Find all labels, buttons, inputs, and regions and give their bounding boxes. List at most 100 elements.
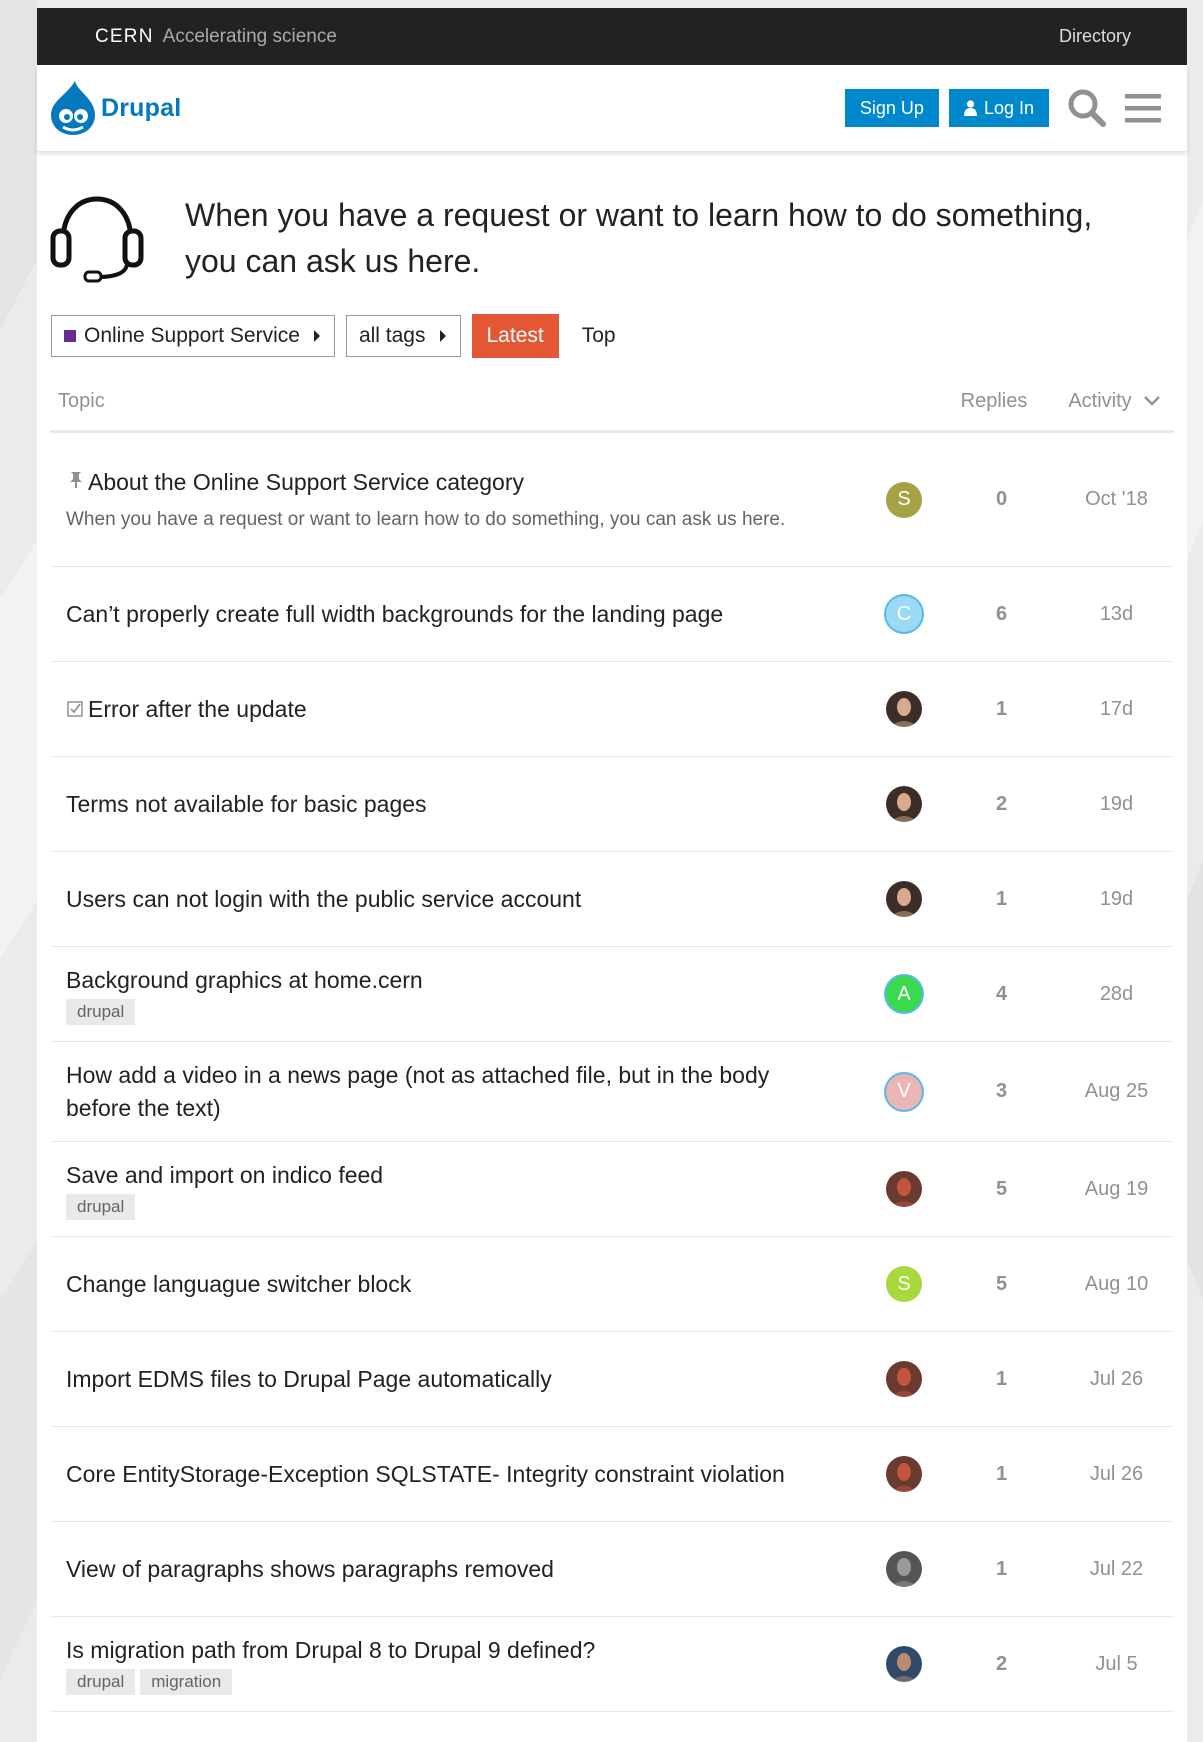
replies-count: 5 — [995, 1272, 1008, 1295]
avatar-letter: V — [897, 1080, 911, 1102]
avatar[interactable]: V — [886, 1073, 922, 1110]
topic-title-line: Terms not available for basic pages — [66, 788, 834, 821]
topic-title-link[interactable]: Terms not available for basic pages — [66, 788, 427, 821]
hamburger-menu-button[interactable] — [1125, 92, 1161, 124]
topic-title-link[interactable]: Core EntityStorage-Exception SQLSTATE- I… — [66, 1458, 785, 1491]
topic-tags: drupal — [66, 1193, 834, 1220]
topic-title-line: Save and import on indico feed — [66, 1159, 834, 1192]
poster-cell: S — [864, 481, 944, 518]
poster-cell: S — [864, 1266, 944, 1302]
topic-title-link[interactable]: Save and import on indico feed — [66, 1159, 383, 1192]
topic-title-link[interactable]: Can’t properly create full width backgro… — [66, 598, 723, 631]
activity-time[interactable]: 28d — [1059, 983, 1174, 1006]
sign-up-button[interactable]: Sign Up — [844, 89, 939, 127]
activity-time[interactable]: Jul 22 — [1059, 1558, 1174, 1581]
hamburger-icon — [1125, 94, 1161, 123]
replies-count: 6 — [995, 602, 1008, 625]
topic-row: Can’t properly create full width backgro… — [50, 567, 1174, 662]
topic-row: Import EDMS files to Drupal Page automat… — [50, 1332, 1174, 1427]
topic-cell: Background graphics at home.cern drupal — [50, 964, 864, 1025]
search-button[interactable] — [1067, 88, 1107, 128]
activity-time[interactable]: Aug 10 — [1059, 1273, 1174, 1296]
column-activity[interactable]: Activity — [1054, 390, 1174, 413]
poster-cell — [864, 1361, 944, 1397]
activity-time[interactable]: 17d — [1059, 698, 1174, 721]
poster-cell — [864, 1646, 944, 1682]
avatar[interactable]: S — [886, 481, 922, 518]
topic-title-link[interactable]: Background graphics at home.cern — [66, 964, 423, 997]
avatar[interactable] — [886, 1361, 922, 1397]
activity-time[interactable]: Aug 19 — [1059, 1178, 1174, 1201]
replies-count: 1 — [995, 697, 1008, 720]
cern-brand-link[interactable]: CERN Accelerating science — [95, 26, 337, 48]
topic-row: How add a video in a news page (not as a… — [50, 1042, 1174, 1142]
user-photo-icon — [890, 888, 918, 917]
topic-title-line: Core EntityStorage-Exception SQLSTATE- I… — [66, 1458, 834, 1491]
activity-time[interactable]: Oct '18 — [1059, 488, 1174, 511]
user-photo-icon — [890, 1653, 918, 1682]
avatar[interactable] — [886, 1456, 922, 1492]
column-topic: Topic — [58, 389, 105, 412]
topic-title-link[interactable]: Change languague switcher block — [66, 1268, 411, 1301]
avatar[interactable] — [886, 1171, 922, 1207]
log-in-button[interactable]: Log In — [948, 89, 1049, 127]
tag-drupal[interactable]: drupal — [66, 998, 136, 1025]
topic-row: Users can not login with the public serv… — [50, 852, 1174, 947]
tab-latest[interactable]: Latest — [471, 314, 559, 358]
tag-migration[interactable]: migration — [140, 1668, 233, 1695]
activity-time[interactable]: Jul 26 — [1059, 1368, 1174, 1391]
activity-time[interactable]: 13d — [1059, 603, 1174, 626]
navigation-bar: Online Support Service all tags Latest T… — [51, 314, 1187, 358]
pin-icon — [70, 471, 82, 488]
column-replies[interactable]: Replies — [934, 390, 1054, 413]
topic-title-link[interactable]: Users can not login with the public serv… — [66, 883, 581, 916]
tag-drupal[interactable]: drupal — [66, 1668, 136, 1695]
topic-title-link[interactable]: Is migration path from Drupal 8 to Drupa… — [66, 1634, 595, 1667]
topic-list: Topic Replies Activity About the Online … — [50, 372, 1174, 1712]
activity-time[interactable]: Aug 25 — [1059, 1080, 1174, 1103]
category-dropdown-label: Online Support Service — [84, 324, 300, 347]
topic-title-link[interactable]: How add a video in a news page (not as a… — [66, 1059, 834, 1125]
tag-drupal[interactable]: drupal — [66, 1193, 136, 1220]
avatar[interactable] — [886, 786, 922, 822]
replies-count: 5 — [995, 1177, 1008, 1200]
category-dropdown[interactable]: Online Support Service — [51, 315, 335, 357]
replies-count: 1 — [995, 1557, 1008, 1580]
avatar[interactable] — [886, 1646, 922, 1682]
topic-tags: drupal migration — [66, 1668, 834, 1695]
drupal-logo[interactable]: Drupal — [49, 79, 181, 137]
avatar[interactable] — [886, 881, 922, 917]
drupal-drop-icon — [51, 81, 95, 135]
topic-title-line: Import EDMS files to Drupal Page automat… — [66, 1363, 834, 1396]
avatar[interactable]: S — [886, 1266, 922, 1302]
poster-cell — [864, 1551, 944, 1587]
topic-cell: Users can not login with the public serv… — [50, 883, 864, 916]
topic-title-line: Background graphics at home.cern — [66, 964, 834, 997]
topic-title-link[interactable]: Import EDMS files to Drupal Page automat… — [66, 1363, 552, 1396]
topic-title-link[interactable]: View of paragraphs shows paragraphs remo… — [66, 1553, 554, 1586]
tab-top[interactable]: Top — [567, 324, 631, 348]
avatar[interactable]: A — [886, 976, 922, 1012]
topic-cell: Error after the update — [50, 693, 864, 726]
topic-title-line: About the Online Support Service categor… — [66, 466, 834, 499]
column-activity-label: Activity — [1068, 389, 1132, 412]
category-description: When you have a request or want to learn… — [185, 196, 1093, 279]
avatar[interactable] — [886, 691, 922, 727]
topic-title-link[interactable]: About the Online Support Service categor… — [88, 466, 524, 499]
activity-time[interactable]: 19d — [1059, 793, 1174, 816]
activity-time[interactable]: 19d — [1059, 888, 1174, 911]
topic-title-link[interactable]: Error after the update — [88, 693, 307, 726]
activity-time[interactable]: Jul 5 — [1059, 1653, 1174, 1676]
activity-time[interactable]: Jul 26 — [1059, 1463, 1174, 1486]
poster-cell — [864, 786, 944, 822]
poster-cell — [864, 691, 944, 727]
avatar[interactable]: C — [886, 596, 922, 632]
headset-icon — [50, 195, 144, 282]
avatar[interactable] — [886, 1551, 922, 1587]
logo-text: Drupal — [101, 93, 182, 122]
replies-count: 3 — [995, 1080, 1008, 1102]
search-icon — [1068, 89, 1106, 127]
tags-dropdown[interactable]: all tags — [345, 315, 461, 357]
directory-link[interactable]: Directory — [1059, 26, 1131, 47]
poster-cell — [864, 1171, 944, 1207]
